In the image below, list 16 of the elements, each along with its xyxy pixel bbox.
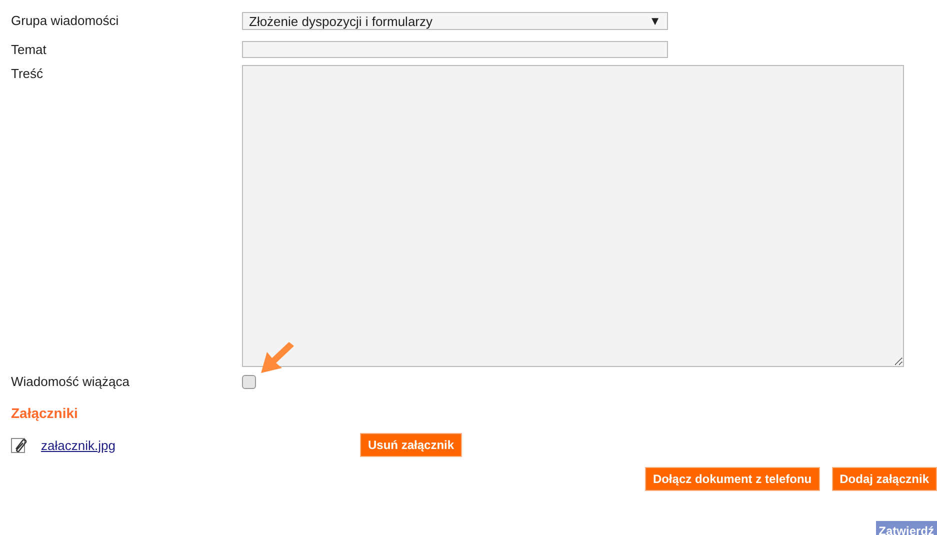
action-button[interactable]: Dodaj załącznik [832, 467, 937, 491]
field-label: Temat [10, 41, 48, 59]
field-label: Treść [10, 65, 44, 83]
section-heading: Załączniki [10, 405, 79, 421]
field-label: Wiadomość wiążąca [10, 373, 130, 391]
subject-field[interactable] [242, 41, 668, 58]
content-field[interactable] [242, 65, 904, 367]
attachment-link[interactable]: załacznik.jpg [41, 438, 360, 452]
group-select[interactable]: Złożenie dyspozycji i formularzy ▼ [242, 12, 668, 30]
paperclip-icon [11, 436, 29, 454]
field-label: Grupa wiadomości [10, 12, 120, 30]
submit-button[interactable]: Zatwierdź [876, 521, 937, 535]
remove-attachment-button[interactable]: Usuń załącznik [360, 433, 462, 457]
binding-checkbox[interactable] [242, 375, 256, 389]
action-button[interactable]: Dołącz dokument z telefonu [644, 467, 820, 491]
arrow-icon [258, 342, 296, 376]
